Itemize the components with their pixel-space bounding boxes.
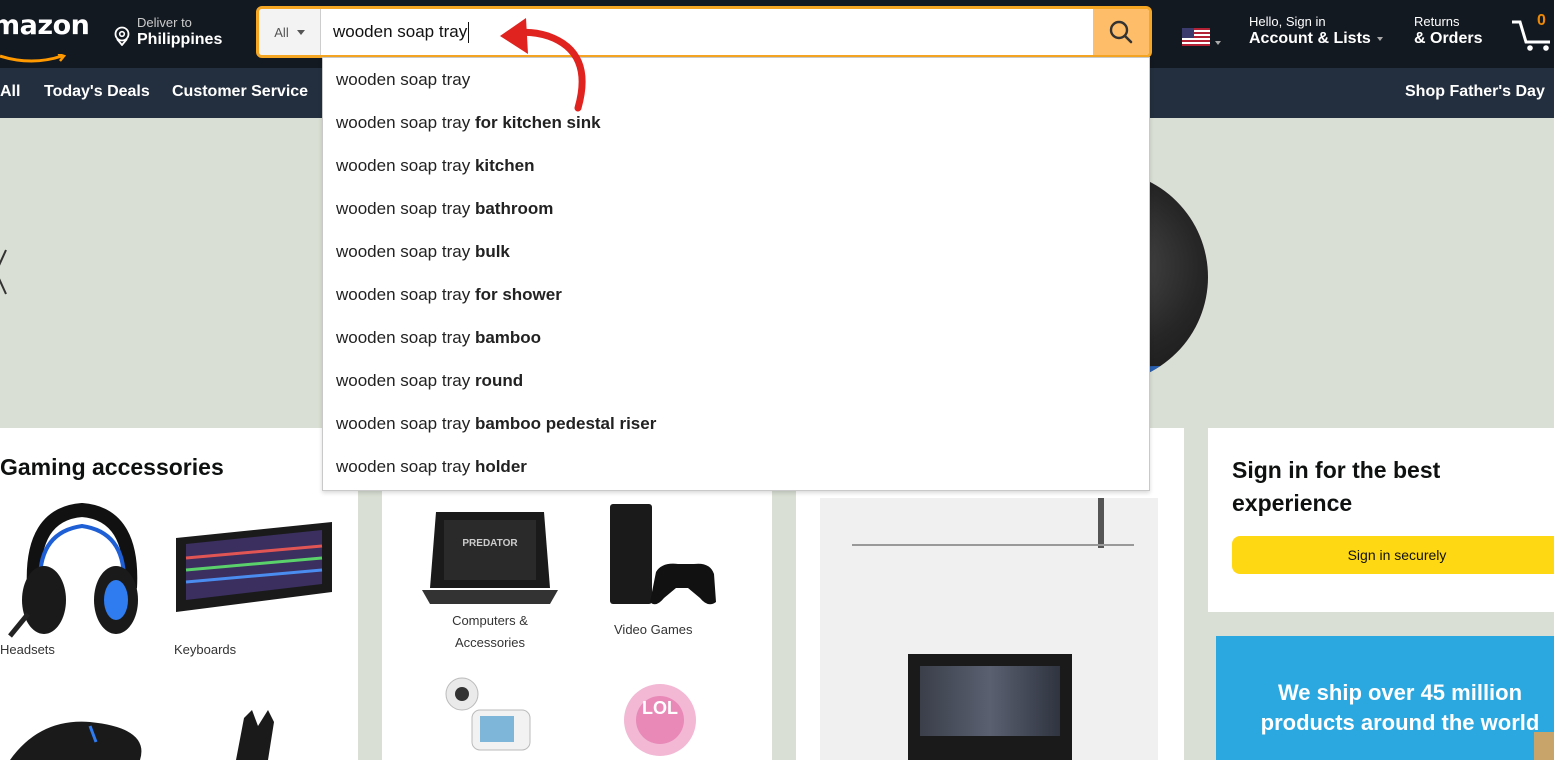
cart-count: 0 (1537, 12, 1546, 29)
nav-customer-service[interactable]: Customer Service (172, 83, 308, 101)
carousel-prev-icon[interactable] (0, 248, 8, 296)
search-icon (1109, 20, 1133, 44)
orders-label: & Orders (1414, 30, 1483, 47)
logo-smile-icon (0, 54, 67, 63)
suggestion-suffix: bamboo pedestal riser (474, 414, 657, 433)
suggestion-item[interactable]: wooden soap tray holder (336, 445, 527, 488)
deliver-country: Philippines (137, 31, 223, 48)
suggestion-suffix: for shower (474, 285, 562, 304)
text-cursor (468, 22, 470, 44)
logo-text: mazon (0, 10, 90, 41)
ship-banner-text: We ship over 45 million products around … (1260, 680, 1540, 735)
deliver-label: Deliver to (137, 15, 192, 30)
search-input-value: wooden soap tray (333, 22, 468, 41)
suggestion-suffix: bamboo (474, 328, 542, 347)
tile-label: Video Games (614, 622, 693, 637)
suggestion-prefix: wooden soap tray (336, 242, 471, 261)
returns-label: Returns (1414, 14, 1460, 29)
search-bar: All wooden soap tray (256, 6, 1152, 58)
suggestion-suffix: round (474, 371, 524, 390)
suggestion-suffix: for kitchen sink (474, 113, 601, 132)
mouse-image[interactable] (0, 718, 150, 760)
account-greeting: Hello, Sign in (1249, 14, 1326, 29)
toy-ball-image[interactable]: LOL (618, 676, 702, 760)
tv-screen (920, 666, 1060, 736)
baby-monitor-image[interactable] (436, 674, 536, 754)
amazon-logo[interactable]: mazon (0, 10, 90, 63)
sign-in-card: Sign in for the best experience (1208, 428, 1554, 612)
headset-image[interactable] (6, 496, 152, 642)
search-input[interactable]: wooden soap tray (333, 9, 470, 55)
nav-all-menu[interactable]: All (0, 83, 20, 101)
suggestion-prefix: wooden soap tray (336, 457, 471, 476)
suggestion-suffix: holder (474, 457, 527, 476)
tile-label: Computers & Accessories (452, 613, 528, 650)
nav-promo-link[interactable]: Shop Father's Day (1405, 83, 1545, 101)
suggestion-prefix: wooden soap tray (336, 328, 471, 347)
suggestion-item[interactable]: wooden soap tray kitchen (336, 144, 534, 187)
search-category-select[interactable]: All (259, 9, 321, 55)
caret-down-icon (296, 29, 305, 35)
search-category-label: All (274, 24, 289, 40)
suggestion-item[interactable]: wooden soap tray bathroom (336, 187, 553, 230)
suggestion-prefix: wooden soap tray (336, 70, 471, 89)
suggestion-prefix: wooden soap tray (336, 285, 471, 304)
suggestion-item[interactable]: wooden soap tray bulk (336, 230, 510, 273)
suggestion-item[interactable]: wooden soap tray for kitchen sink (336, 101, 601, 144)
location-pin-icon (114, 26, 130, 46)
cart-button[interactable]: 0 (1510, 8, 1554, 52)
suggestion-item[interactable]: wooden soap tray for shower (336, 273, 562, 316)
search-button[interactable] (1093, 9, 1149, 55)
lamp-pole (1098, 498, 1104, 548)
suggestion-prefix: wooden soap tray (336, 156, 471, 175)
account-label: Account & Lists (1249, 30, 1371, 47)
suggestion-prefix: wooden soap tray (336, 199, 471, 218)
gaming-accessories-card: Gaming accessories Headsets Keyboards (0, 428, 358, 760)
search-suggestions-dropdown: wooden soap tray wooden soap tray for ki… (322, 57, 1150, 491)
account-caret-icon (1376, 36, 1383, 41)
svg-text:LOL: LOL (642, 698, 678, 718)
suggestion-prefix: wooden soap tray (336, 371, 471, 390)
suggestion-item[interactable]: wooden soap tray (336, 58, 470, 101)
suggestion-item[interactable]: wooden soap tray bamboo pedestal riser (336, 402, 656, 445)
svg-text:PREDATOR: PREDATOR (462, 538, 518, 549)
suggestion-suffix: bulk (474, 242, 510, 261)
cart-icon (1512, 20, 1550, 51)
card-title: Gaming accessories (0, 454, 224, 480)
keyboard-image[interactable] (172, 518, 336, 618)
package-box-image (1534, 732, 1554, 760)
nav-todays-deals[interactable]: Today's Deals (44, 83, 150, 101)
controller-stand-image[interactable] (216, 708, 296, 760)
laptop-image[interactable]: PREDATOR (422, 510, 558, 606)
returns-orders[interactable]: Returns & Orders (1414, 14, 1482, 48)
tile-label: Headsets (0, 642, 55, 657)
console-image[interactable] (604, 502, 716, 610)
suggestion-item[interactable]: wooden soap tray bamboo (336, 316, 541, 359)
shelf-line (852, 544, 1134, 546)
language-caret-icon (1215, 41, 1221, 45)
tile-label: Keyboards (174, 642, 237, 657)
sign-in-securely-button[interactable]: Sign in securely (1232, 536, 1554, 574)
us-flag-icon[interactable] (1182, 28, 1210, 46)
card-title: Sign in for the best experience (1232, 457, 1441, 516)
suggestion-suffix: kitchen (474, 156, 535, 175)
suggestion-prefix: wooden soap tray (336, 414, 471, 433)
suggestion-prefix: wooden soap tray (336, 113, 471, 132)
ship-worldwide-banner[interactable]: We ship over 45 million products around … (1216, 636, 1554, 760)
suggestion-item[interactable]: wooden soap tray round (336, 359, 523, 402)
account-lists[interactable]: Hello, Sign in Account & Lists (1249, 14, 1383, 48)
suggestion-suffix: bathroom (474, 199, 554, 218)
